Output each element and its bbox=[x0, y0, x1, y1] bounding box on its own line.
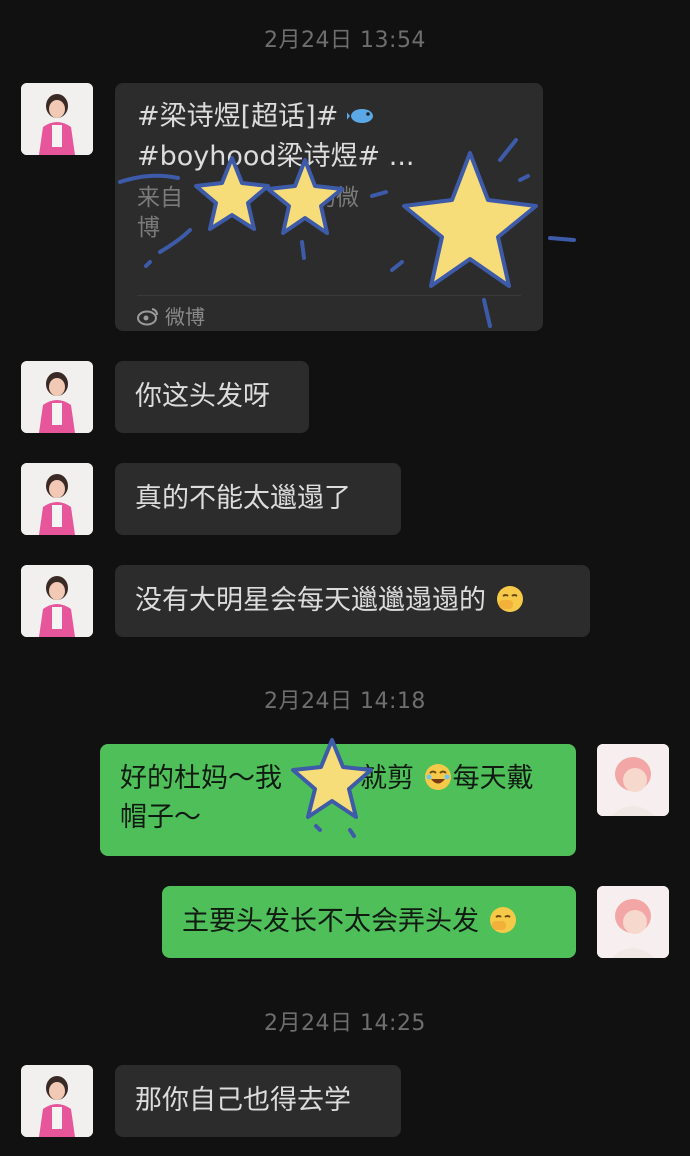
avatar[interactable] bbox=[21, 463, 93, 535]
divider bbox=[137, 295, 521, 296]
timestamp: 2月24日 14:25 bbox=[264, 1011, 426, 1036]
facepalm-emoji bbox=[489, 907, 516, 933]
message-bubble[interactable]: 好的杜妈～我 就剪 每天戴 帽子～ bbox=[100, 744, 576, 856]
avatar[interactable] bbox=[21, 83, 93, 155]
avatar-photo bbox=[21, 361, 93, 433]
timestamp: 2月24日 13:54 bbox=[264, 28, 426, 53]
avatar-photo bbox=[21, 1065, 93, 1137]
message-bubble[interactable]: 主要头发长不太会弄头发 bbox=[162, 886, 576, 958]
avatar[interactable] bbox=[21, 1065, 93, 1137]
message-text: 没有大明星会每天邋邋遢遢的 bbox=[135, 585, 486, 616]
card-description: 来自 的微 博 bbox=[137, 185, 359, 241]
avatar-photo bbox=[21, 83, 93, 155]
card-subtitle: #boyhood梁诗煜# ... bbox=[137, 141, 415, 172]
card-source: 微博 bbox=[137, 301, 205, 330]
message-text: 帽子～ bbox=[120, 802, 201, 833]
avatar-photo bbox=[597, 886, 669, 958]
avatar[interactable] bbox=[21, 565, 93, 637]
avatar[interactable] bbox=[597, 744, 669, 816]
message-text: 好的杜妈～我 bbox=[120, 763, 282, 794]
avatar[interactable] bbox=[597, 886, 669, 958]
message-bubble[interactable]: 没有大明星会每天邋邋遢遢的 bbox=[115, 565, 590, 637]
message-bubble[interactable]: 你这头发呀 bbox=[115, 361, 309, 433]
avatar-photo bbox=[597, 744, 669, 816]
avatar-photo bbox=[21, 565, 93, 637]
avatar-photo bbox=[21, 463, 93, 535]
message-text: 每天戴 bbox=[452, 763, 534, 794]
weibo-link-card[interactable]: #梁诗煜[超话]# #boyhood梁诗煜# ... 来自 的微 博 微博 bbox=[115, 83, 543, 331]
timestamp: 2月24日 14:18 bbox=[264, 689, 426, 714]
message-text: 就剪 bbox=[360, 763, 414, 794]
laughing-emoji bbox=[424, 764, 451, 790]
message-bubble[interactable]: 那你自己也得去学 bbox=[115, 1065, 401, 1137]
weibo-icon bbox=[137, 307, 158, 325]
card-title: #梁诗煜[超话]# bbox=[137, 97, 521, 137]
fish-emoji bbox=[346, 109, 373, 123]
avatar[interactable] bbox=[21, 361, 93, 433]
facepalm-emoji bbox=[496, 586, 523, 612]
message-bubble[interactable]: 真的不能太邋遢了 bbox=[115, 463, 401, 535]
message-text: 主要头发长不太会弄头发 bbox=[182, 906, 479, 937]
